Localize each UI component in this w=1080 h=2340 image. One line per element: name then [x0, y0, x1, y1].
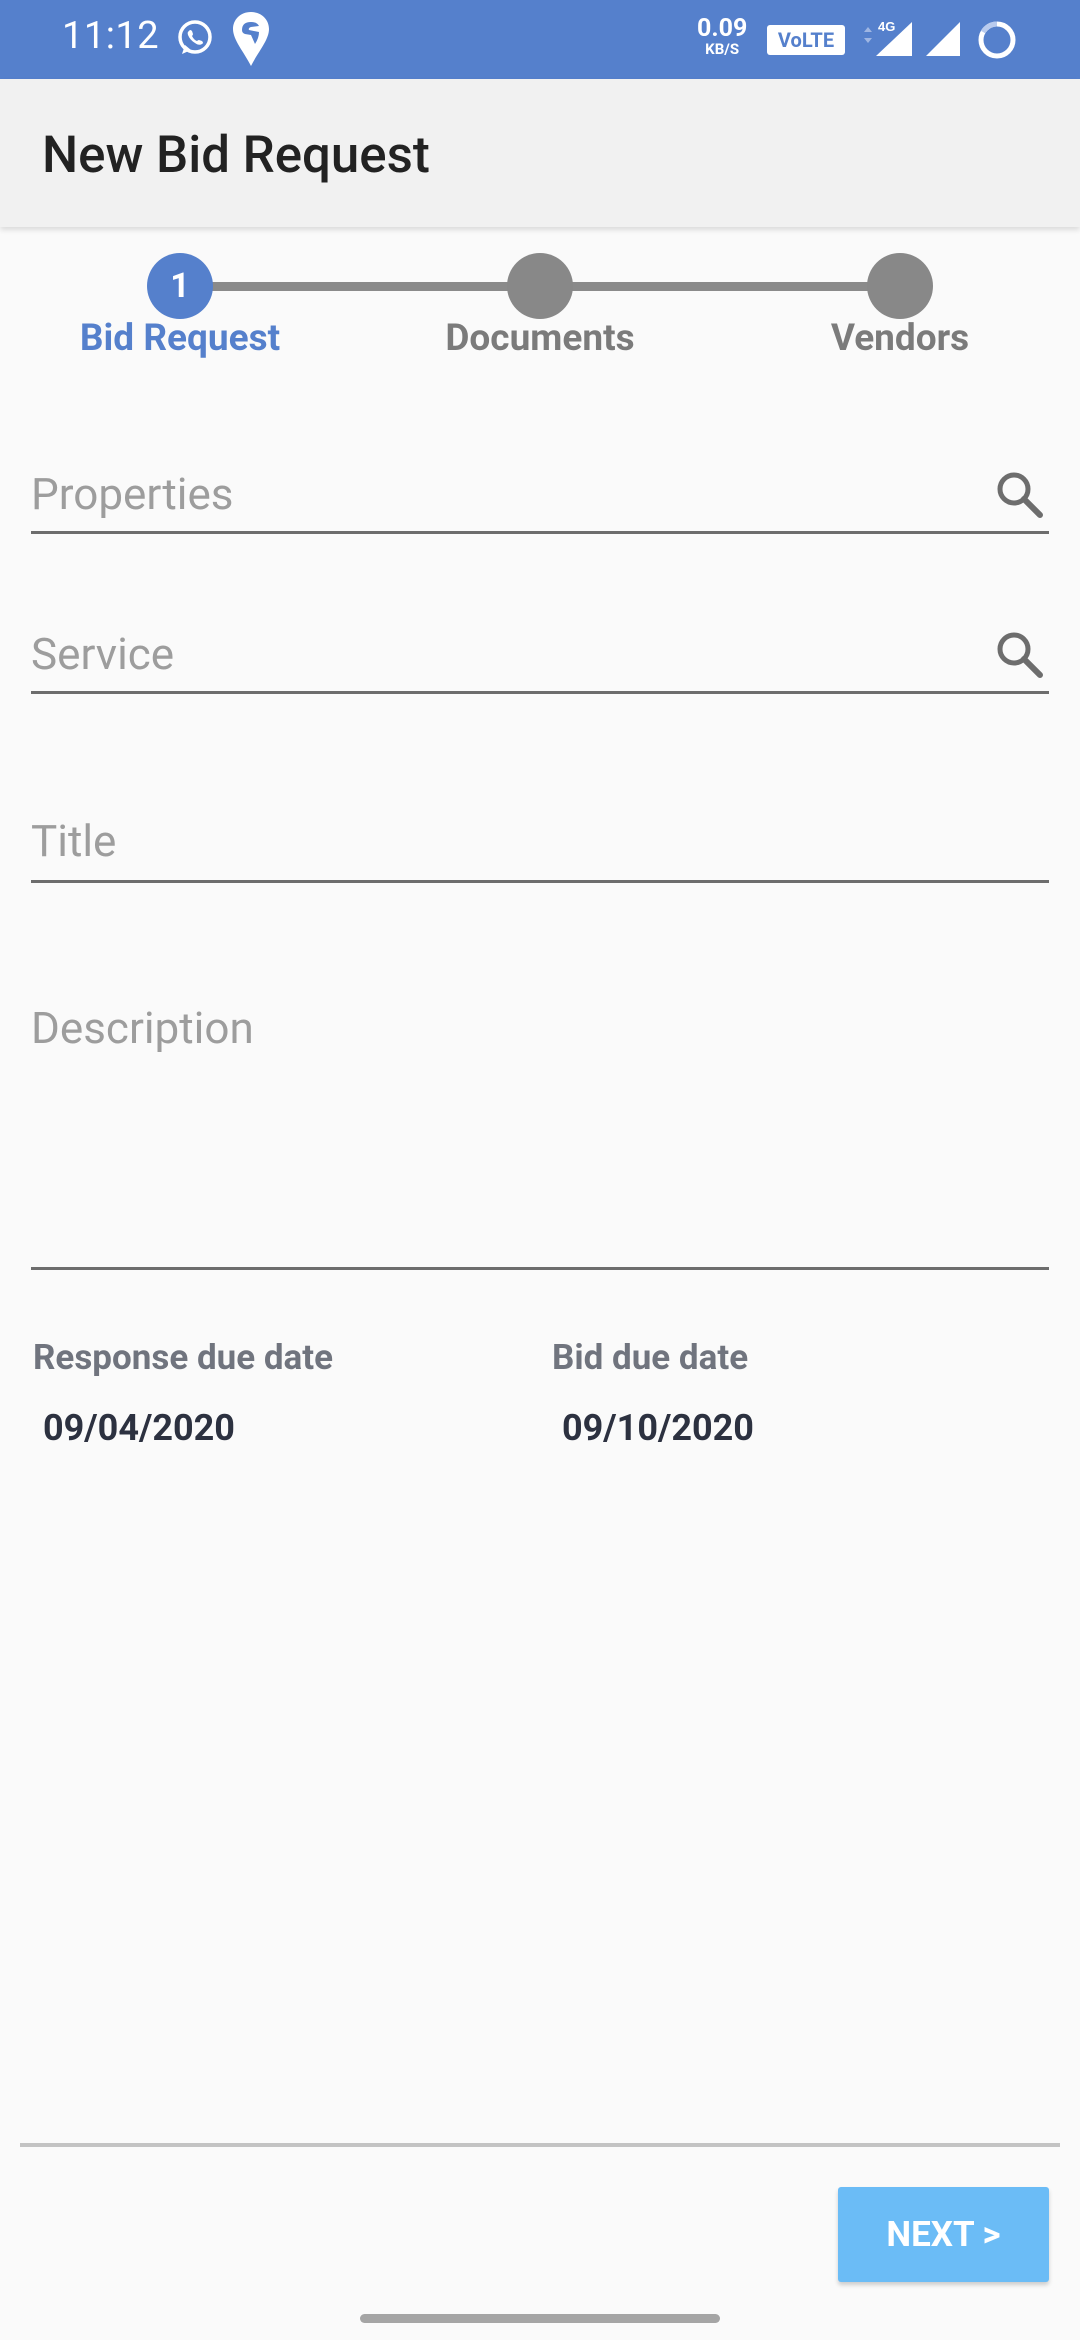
step-connector [180, 282, 540, 291]
title-placeholder: Title [31, 815, 117, 867]
search-icon[interactable] [993, 628, 1045, 680]
page-title: New Bid Request [42, 126, 430, 185]
properties-placeholder: Properties [31, 468, 234, 520]
bid-due-date-value[interactable]: 09/10/2020 [562, 1407, 754, 1449]
footer-divider [20, 2143, 1060, 2147]
step-indicator-vendors[interactable] [867, 253, 933, 319]
description-field[interactable]: Description [31, 982, 1049, 1270]
title-field[interactable]: Title [31, 795, 1049, 883]
home-indicator[interactable] [360, 2314, 720, 2323]
next-button[interactable]: NEXT > [838, 2187, 1049, 2282]
status-time: 11:12 [62, 14, 160, 58]
service-placeholder: Service [31, 628, 175, 680]
battery-icon [975, 18, 1019, 66]
response-due-date-label: Response due date [33, 1337, 334, 1378]
status-bar: 11:12 0.09 KB/S VoLTE 4G [0, 0, 1080, 79]
bid-due-date-label: Bid due date [552, 1337, 749, 1378]
step-label-documents[interactable]: Documents [390, 317, 690, 360]
app-bar: New Bid Request [0, 79, 1080, 227]
whatsapp-icon [175, 18, 215, 62]
stepper: 1 Bid Request Documents Vendors [0, 227, 1080, 387]
service-field[interactable]: Service [31, 608, 1049, 694]
signal-4g-icon: 4G [858, 18, 916, 62]
description-placeholder: Description [31, 1002, 254, 1054]
net-speed-indicator: 0.09 KB/S [697, 16, 747, 57]
network-type-label: 4G [878, 19, 895, 34]
step-indicator-bid-request[interactable]: 1 [147, 253, 213, 319]
properties-field[interactable]: Properties [31, 448, 1049, 534]
search-icon[interactable] [993, 468, 1045, 520]
volte-badge: VoLTE [767, 25, 845, 55]
signal-icon [922, 20, 962, 62]
net-speed-unit: KB/S [705, 40, 740, 58]
step-label-vendors[interactable]: Vendors [750, 317, 1050, 360]
step-connector [540, 282, 900, 291]
swiggy-icon [230, 10, 272, 72]
step-label-bid-request[interactable]: Bid Request [30, 317, 330, 360]
step-indicator-documents[interactable] [507, 253, 573, 319]
net-speed-value: 0.09 [697, 14, 748, 43]
response-due-date-value[interactable]: 09/04/2020 [43, 1407, 235, 1449]
